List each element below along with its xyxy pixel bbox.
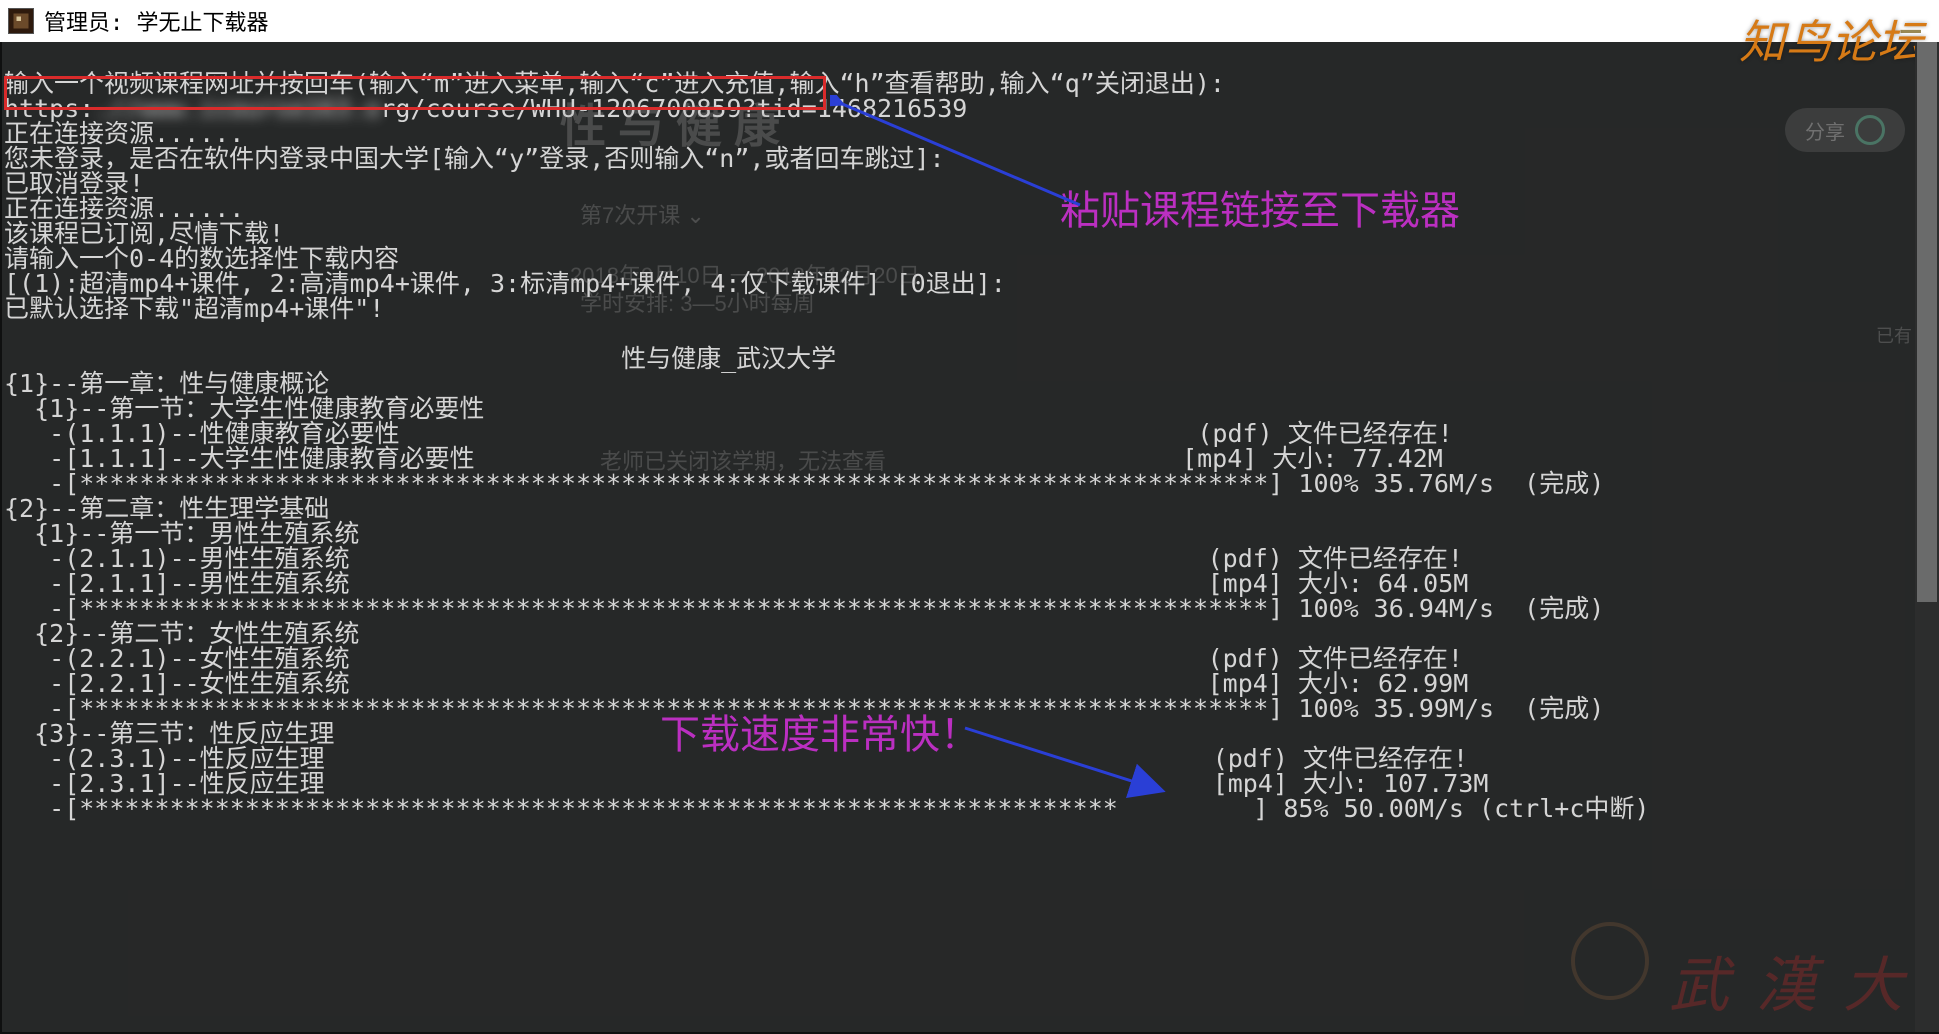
- minimize-button[interactable]: _: [1901, 4, 1921, 24]
- terminal-output[interactable]: 输入一个视频课程网址并按回车(输入“m”进入菜单,输入“c”进入充值,输入“h”…: [2, 42, 1937, 1032]
- terminal-line: -[**************************************…: [4, 794, 1649, 823]
- window-title: 管理员: 学无止下载器: [44, 5, 269, 37]
- window-titlebar: 管理员: 学无止下载器 _: [0, 0, 1939, 42]
- app-icon: [8, 8, 34, 34]
- url-input-line: https:.//www.icourse163.org/course/WHU-1…: [4, 94, 967, 123]
- terminal-line: 已默认选择下载"超清mp4+课件"!: [4, 294, 384, 323]
- terminal-scrollbar[interactable]: [1915, 42, 1939, 1032]
- terminal-line: 您未登录，是否在软件内登录中国大学[输入“y”登录,否则输入“n”,或者回车跳过…: [4, 144, 945, 173]
- scrollbar-thumb[interactable]: [1917, 42, 1937, 602]
